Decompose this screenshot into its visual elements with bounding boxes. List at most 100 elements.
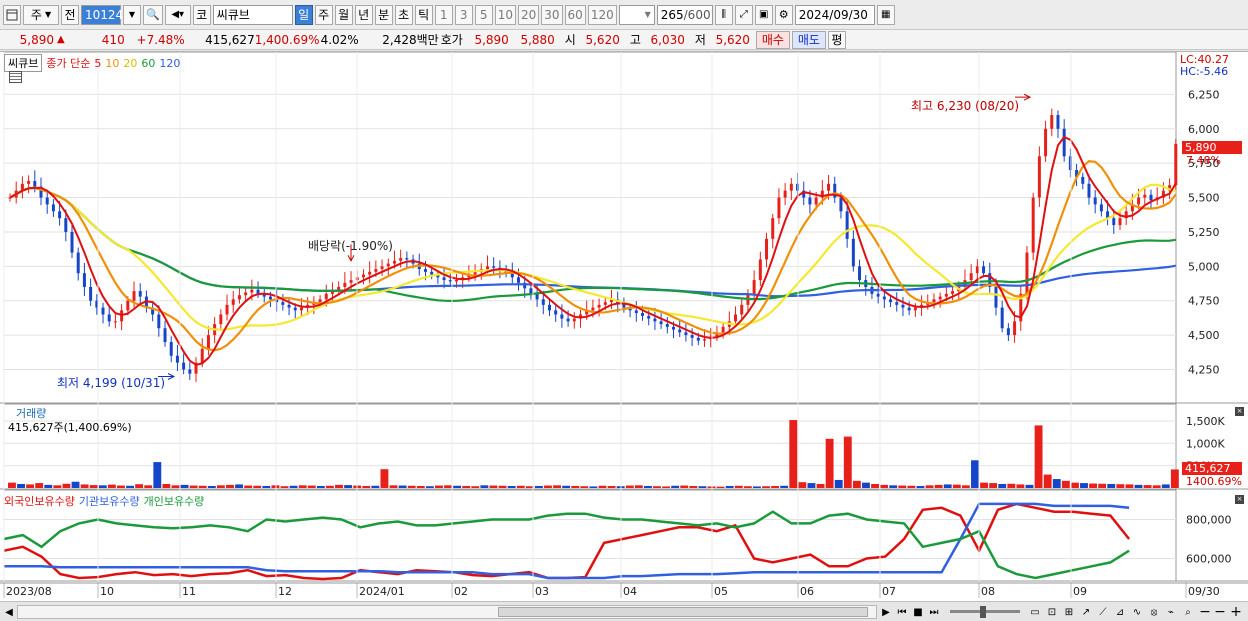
period-month-label: 월 [338,8,350,22]
interval-20-label: 20 [520,7,537,22]
minus-icon[interactable]: − [1213,604,1227,620]
tool-icon[interactable]: ⟋ [1096,604,1110,620]
legend-individual[interactable]: 개인보유수량 [144,493,205,509]
holdings-pane-close-icon[interactable]: × [1235,495,1244,504]
interval-10-button[interactable]: 10 [494,4,516,25]
candle-body [554,310,558,315]
volume-bar [598,485,607,488]
volume-bar [35,483,44,488]
volume-bar [335,484,343,488]
calendar-icon[interactable]: ▦ [876,4,895,25]
stock-chart[interactable]: 6,2506,0005,7505,5005,2505,0004,7504,500… [0,52,1248,602]
volume-bar [435,485,443,488]
candle-body [157,314,161,329]
interval-5-button[interactable]: 5 [474,4,493,25]
price-legend: 씨큐브 종가 단순 5 10 20 60 120 [4,54,180,72]
volume-bar [53,485,62,488]
interval-120-button[interactable]: 120 [587,4,617,25]
period-week-button[interactable]: 주 [314,4,333,25]
scroll-right-icon[interactable]: ▶ [879,604,893,620]
tool-icon[interactable]: ⦻ [1147,604,1161,620]
candle-body [882,296,886,300]
zoom-out-icon[interactable]: − [1198,604,1212,620]
period-minute-label: 분 [378,8,390,22]
legend-institution[interactable]: 기관보유수량 [79,493,140,509]
date-field[interactable]: 2024/09/30 [794,4,875,25]
tool-icon[interactable]: ⊿ [1113,604,1127,620]
interval-120-label: 120 [590,7,614,22]
legend-ma60[interactable]: 60 [141,57,155,70]
stock-name-field[interactable]: 씨큐브 [212,4,293,25]
gear-icon[interactable]: ⚙ [774,4,793,25]
sell-button[interactable]: 매도 [791,30,826,49]
interval-20-button[interactable]: 20 [517,4,540,25]
interval-30-button[interactable]: 30 [541,4,563,25]
legend-ma10[interactable]: 10 [105,57,119,70]
legend-ma-label[interactable]: 종가 단순 [46,55,90,71]
interval-60-button[interactable]: 60 [564,4,586,25]
volume-bar [880,484,889,488]
mode-select[interactable]: 주 ▼ [23,4,59,25]
code-dropdown-button[interactable]: ▼ [123,4,141,25]
legend-foreign[interactable]: 외국인보유수량 [4,493,75,509]
y-tick-label: 1,500K [1186,415,1225,428]
interval-1-button[interactable]: 1 [434,4,453,25]
candle-body [777,197,781,219]
layout-icon[interactable] [3,4,21,25]
scroll-left-icon[interactable]: ◀ [2,604,16,620]
crosshair-icon[interactable]: ⤢ [734,4,753,25]
custom-interval-input[interactable]: ▼ [618,4,655,25]
candle-body [889,299,893,303]
candle-body [808,197,812,205]
speaker-icon[interactable]: ◀▾ [164,4,191,25]
volume-bar [407,485,416,488]
candle-body [678,329,682,333]
tool-icon[interactable]: ∿ [1130,604,1144,620]
search-icon[interactable]: ⌕ [1181,604,1195,620]
period-minute-button[interactable]: 분 [374,4,393,25]
volume-bar [1134,484,1143,488]
stock-code-input[interactable]: 101240 [81,4,131,25]
horizontal-scrollbar[interactable] [17,605,877,619]
tool-icon[interactable]: ↗ [1079,604,1093,620]
table-icon[interactable] [9,71,22,83]
eval-button[interactable]: 평 [827,30,846,49]
scroll-thumb[interactable] [498,607,868,617]
stop-icon[interactable]: ■ [911,604,925,620]
volume-bar [825,438,834,488]
buy-button[interactable]: 매수 [755,30,790,49]
candle-body [516,277,520,283]
last-page-icon[interactable]: ⏭ [927,604,941,620]
volume-bar [280,486,289,488]
tool-icon[interactable]: ⊞ [1062,604,1076,620]
first-page-icon[interactable]: ⏮ [895,604,909,620]
legend-ma5[interactable]: 5 [94,57,101,70]
zoom-in-icon[interactable]: + [1229,604,1243,620]
tool-icon[interactable]: ⊡ [1045,604,1059,620]
candle-body [392,260,396,264]
candle-type-icon[interactable]: ⫼ [714,4,733,25]
interval-3-button[interactable]: 3 [454,4,473,25]
save-icon[interactable]: ▣ [754,4,773,25]
period-day-button[interactable]: 일 [294,4,313,25]
candle-body [349,280,353,283]
tool-icon[interactable]: ⌁ [1164,604,1178,620]
data-count-field[interactable]: 265/600 [656,4,713,25]
chart-area[interactable]: 6,250 6,000 5,750 5,500 5,250 5,000 4,750 4,500… [0,51,1248,601]
volume-bar [662,486,671,488]
period-year-button[interactable]: 년 [354,4,373,25]
prev-button[interactable]: 전 [61,4,79,25]
legend-ma20[interactable]: 20 [123,57,137,70]
tool-icon[interactable]: ▭ [1028,604,1042,620]
search-icon[interactable]: 🔍 [143,4,163,25]
period-tick-button[interactable]: 틱 [414,4,433,25]
legend-ma120[interactable]: 120 [159,57,180,70]
period-second-button[interactable]: 초 [394,4,413,25]
legend-stock-name[interactable]: 씨큐브 [4,54,43,72]
volume-pane-close-icon[interactable]: × [1235,407,1244,416]
volume-bar [1152,485,1161,488]
period-month-button[interactable]: 월 [334,4,353,25]
candle-body [219,314,223,325]
market-button[interactable]: 코 [192,4,211,25]
zoom-handle[interactable] [980,606,986,618]
